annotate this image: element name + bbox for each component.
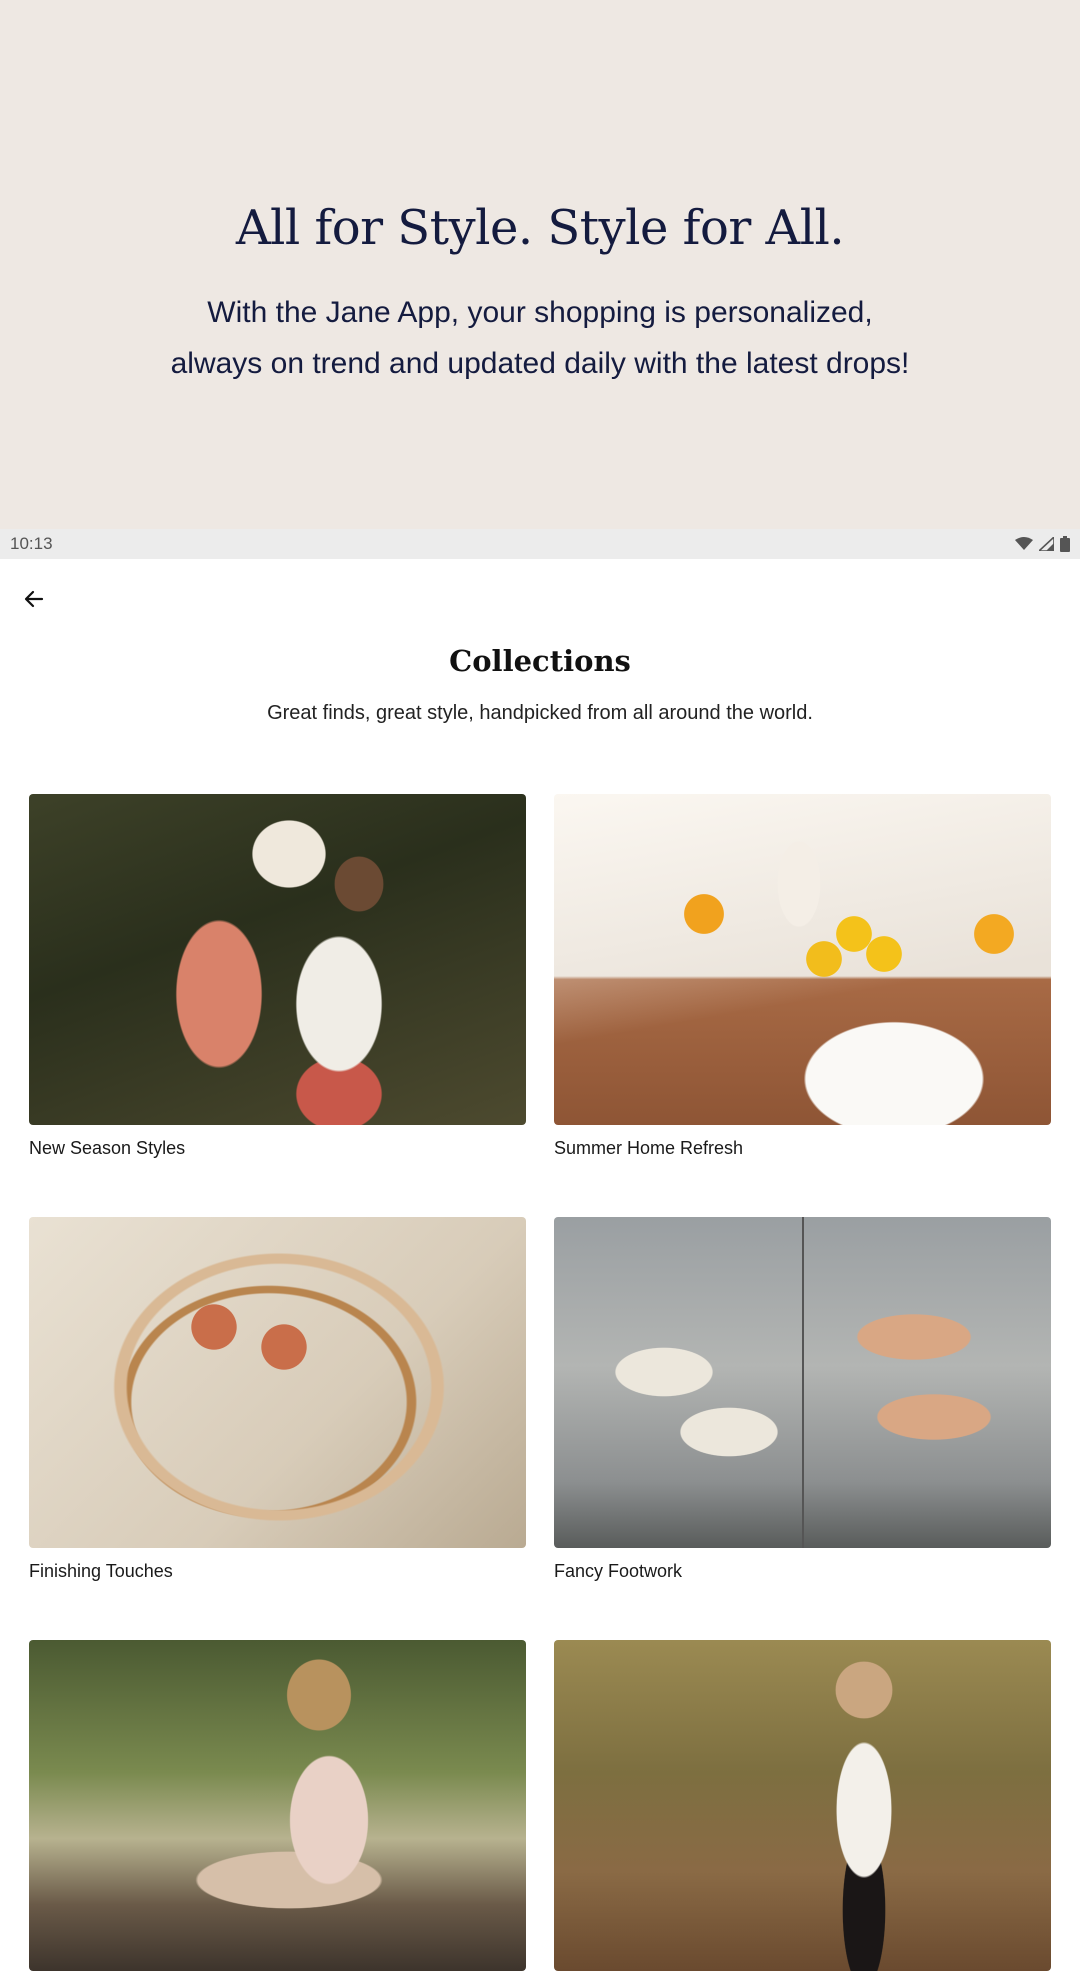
collection-card-summer-home-refresh[interactable]: Summer Home Refresh	[554, 794, 1051, 1159]
status-time: 10:13	[10, 534, 53, 553]
page-subtitle: Great finds, great style, handpicked fro…	[267, 702, 813, 724]
wifi-icon	[1015, 537, 1033, 550]
collection-image	[554, 794, 1051, 1125]
hero-body: With the Jane App, your shopping is pers…	[0, 287, 1080, 389]
collection-image	[29, 1217, 526, 1548]
status-bar: 10:13	[0, 529, 1080, 559]
arrow-left-icon	[24, 590, 44, 608]
collection-card-5[interactable]	[29, 1640, 526, 1984]
collection-label: Fancy Footwork	[554, 1561, 683, 1581]
collection-image	[29, 794, 526, 1125]
collection-label: New Season Styles	[29, 1138, 186, 1158]
collections-page: Collections Great finds, great style, ha…	[0, 559, 1080, 1971]
collection-label: Finishing Touches	[29, 1561, 173, 1581]
collection-image	[554, 1217, 1051, 1548]
back-button[interactable]	[14, 579, 54, 619]
status-icons	[1015, 536, 1070, 552]
hero-body-line-1: With the Jane App, your shopping is pers…	[207, 296, 873, 329]
hero-body-line-2: always on trend and updated daily with t…	[170, 347, 910, 380]
onboarding-hero: All for Style. Style for All. With the J…	[0, 0, 1080, 529]
collection-card-new-season-styles[interactable]: New Season Styles	[29, 794, 526, 1159]
page-title: Collections	[449, 644, 631, 678]
hero-headline: All for Style. Style for All.	[235, 200, 845, 256]
battery-icon	[1060, 536, 1070, 552]
collection-image	[554, 1640, 1051, 1971]
collection-image	[29, 1640, 526, 1971]
collection-card-fancy-footwork[interactable]: Fancy Footwork	[554, 1217, 1051, 1582]
cell-signal-icon	[1039, 537, 1054, 551]
collection-label: Summer Home Refresh	[554, 1138, 744, 1158]
collection-card-6[interactable]	[554, 1640, 1051, 1984]
collection-card-finishing-touches[interactable]: Finishing Touches	[29, 1217, 526, 1582]
